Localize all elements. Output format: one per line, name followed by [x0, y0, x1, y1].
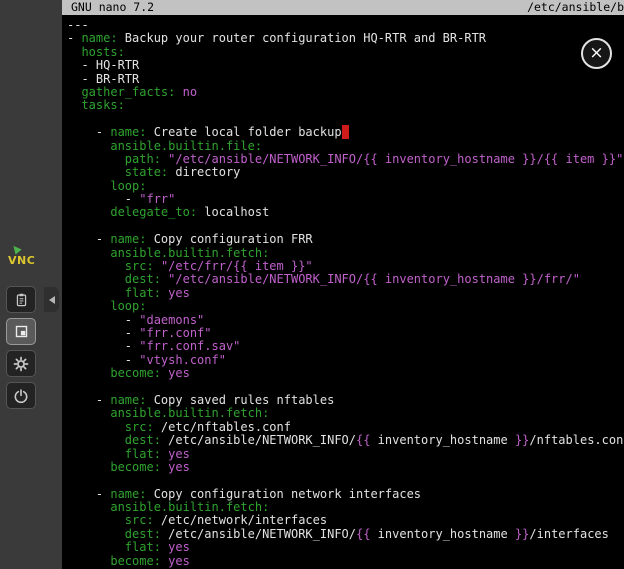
editor-line: ansible.builtin.fetch:	[67, 247, 624, 260]
editor-line: ansible.builtin.fetch:	[67, 501, 624, 514]
editor-line: flat: yes	[67, 541, 624, 554]
editor-line: tasks:	[67, 99, 624, 112]
editor-line: become: yes	[67, 367, 624, 380]
editor-line: hosts:	[67, 46, 624, 59]
nano-version: GNU nano 7.2	[71, 0, 154, 15]
power-icon	[13, 388, 29, 404]
editor-line	[67, 113, 624, 126]
novnc-logo-text: VNC	[8, 254, 42, 267]
editor-line: loop:	[67, 300, 624, 313]
editor-line: ansible.builtin.fetch:	[67, 407, 624, 420]
settings-button[interactable]	[6, 350, 36, 377]
editor-line: - name: Create local folder backup	[67, 126, 624, 139]
gear-icon	[13, 356, 29, 372]
editor-line: src: /etc/network/interfaces	[67, 514, 624, 527]
editor-line: src: /etc/nftables.conf	[67, 421, 624, 434]
editor-line: ansible.builtin.file:	[67, 140, 624, 153]
editor-line: src: "/etc/frr/{{ item }}"	[67, 260, 624, 273]
editor-line: gather_facts: no	[67, 86, 624, 99]
novnc-logo-arrow-icon	[10, 243, 21, 254]
nano-titlebar: GNU nano 7.2 /etc/ansible/b	[62, 0, 624, 15]
nano-file-path: /etc/ansible/b	[527, 0, 624, 15]
editor-line: - "vtysh.conf"	[67, 354, 624, 367]
editor-line: - "daemons"	[67, 314, 624, 327]
editor-line: - name: Copy configuration FRR	[67, 233, 624, 246]
editor-line: dest: /etc/ansible/NETWORK_INFO/{{ inven…	[67, 434, 624, 447]
editor-line: delegate_to: localhost	[67, 206, 624, 219]
editor-line: - name: Copy configuration network inter…	[67, 488, 624, 501]
editor-line: loop:	[67, 180, 624, 193]
clipboard-icon	[14, 292, 29, 308]
editor-line: dest: /etc/ansible/NETWORK_INFO/{{ inven…	[67, 528, 624, 541]
editor-line: become: yes	[67, 461, 624, 474]
fullscreen-button[interactable]	[6, 318, 36, 345]
editor-line	[67, 220, 624, 233]
editor-line	[67, 474, 624, 487]
fullscreen-icon	[14, 324, 29, 339]
close-button[interactable]: ×	[581, 38, 612, 69]
editor-line: flat: yes	[67, 448, 624, 461]
editor-line: path: "/etc/ansible/NETWORK_INFO/{{ inve…	[67, 153, 624, 166]
control-bar-handle[interactable]	[44, 287, 59, 312]
editor-line: dest: "/etc/ansible/NETWORK_INFO/{{ inve…	[67, 273, 624, 286]
terminal-window[interactable]: GNU nano 7.2 /etc/ansible/b ---- name: B…	[62, 0, 624, 569]
editor-line: state: directory	[67, 166, 624, 179]
novnc-logo: VNC	[8, 245, 42, 267]
editor-line: - "frr"	[67, 193, 624, 206]
editor-content[interactable]: ---- name: Backup your router configurat…	[62, 15, 624, 568]
editor-line: - name: Copy saved rules nftables	[67, 394, 624, 407]
editor-line: - "frr.conf"	[67, 327, 624, 340]
close-icon: ×	[589, 45, 603, 62]
editor-line: ---	[67, 19, 624, 32]
editor-line: flat: yes	[67, 287, 624, 300]
editor-line: - "frr.conf.sav"	[67, 340, 624, 353]
editor-line: become: yes	[67, 555, 624, 568]
editor-line: - name: Backup your router configuration…	[67, 32, 624, 45]
editor-line: - BR-RTR	[67, 73, 624, 86]
editor-line	[67, 381, 624, 394]
editor-line: - HQ-RTR	[67, 59, 624, 72]
chevron-left-icon	[49, 296, 55, 304]
clipboard-button[interactable]	[6, 286, 36, 313]
power-button[interactable]	[6, 382, 36, 409]
